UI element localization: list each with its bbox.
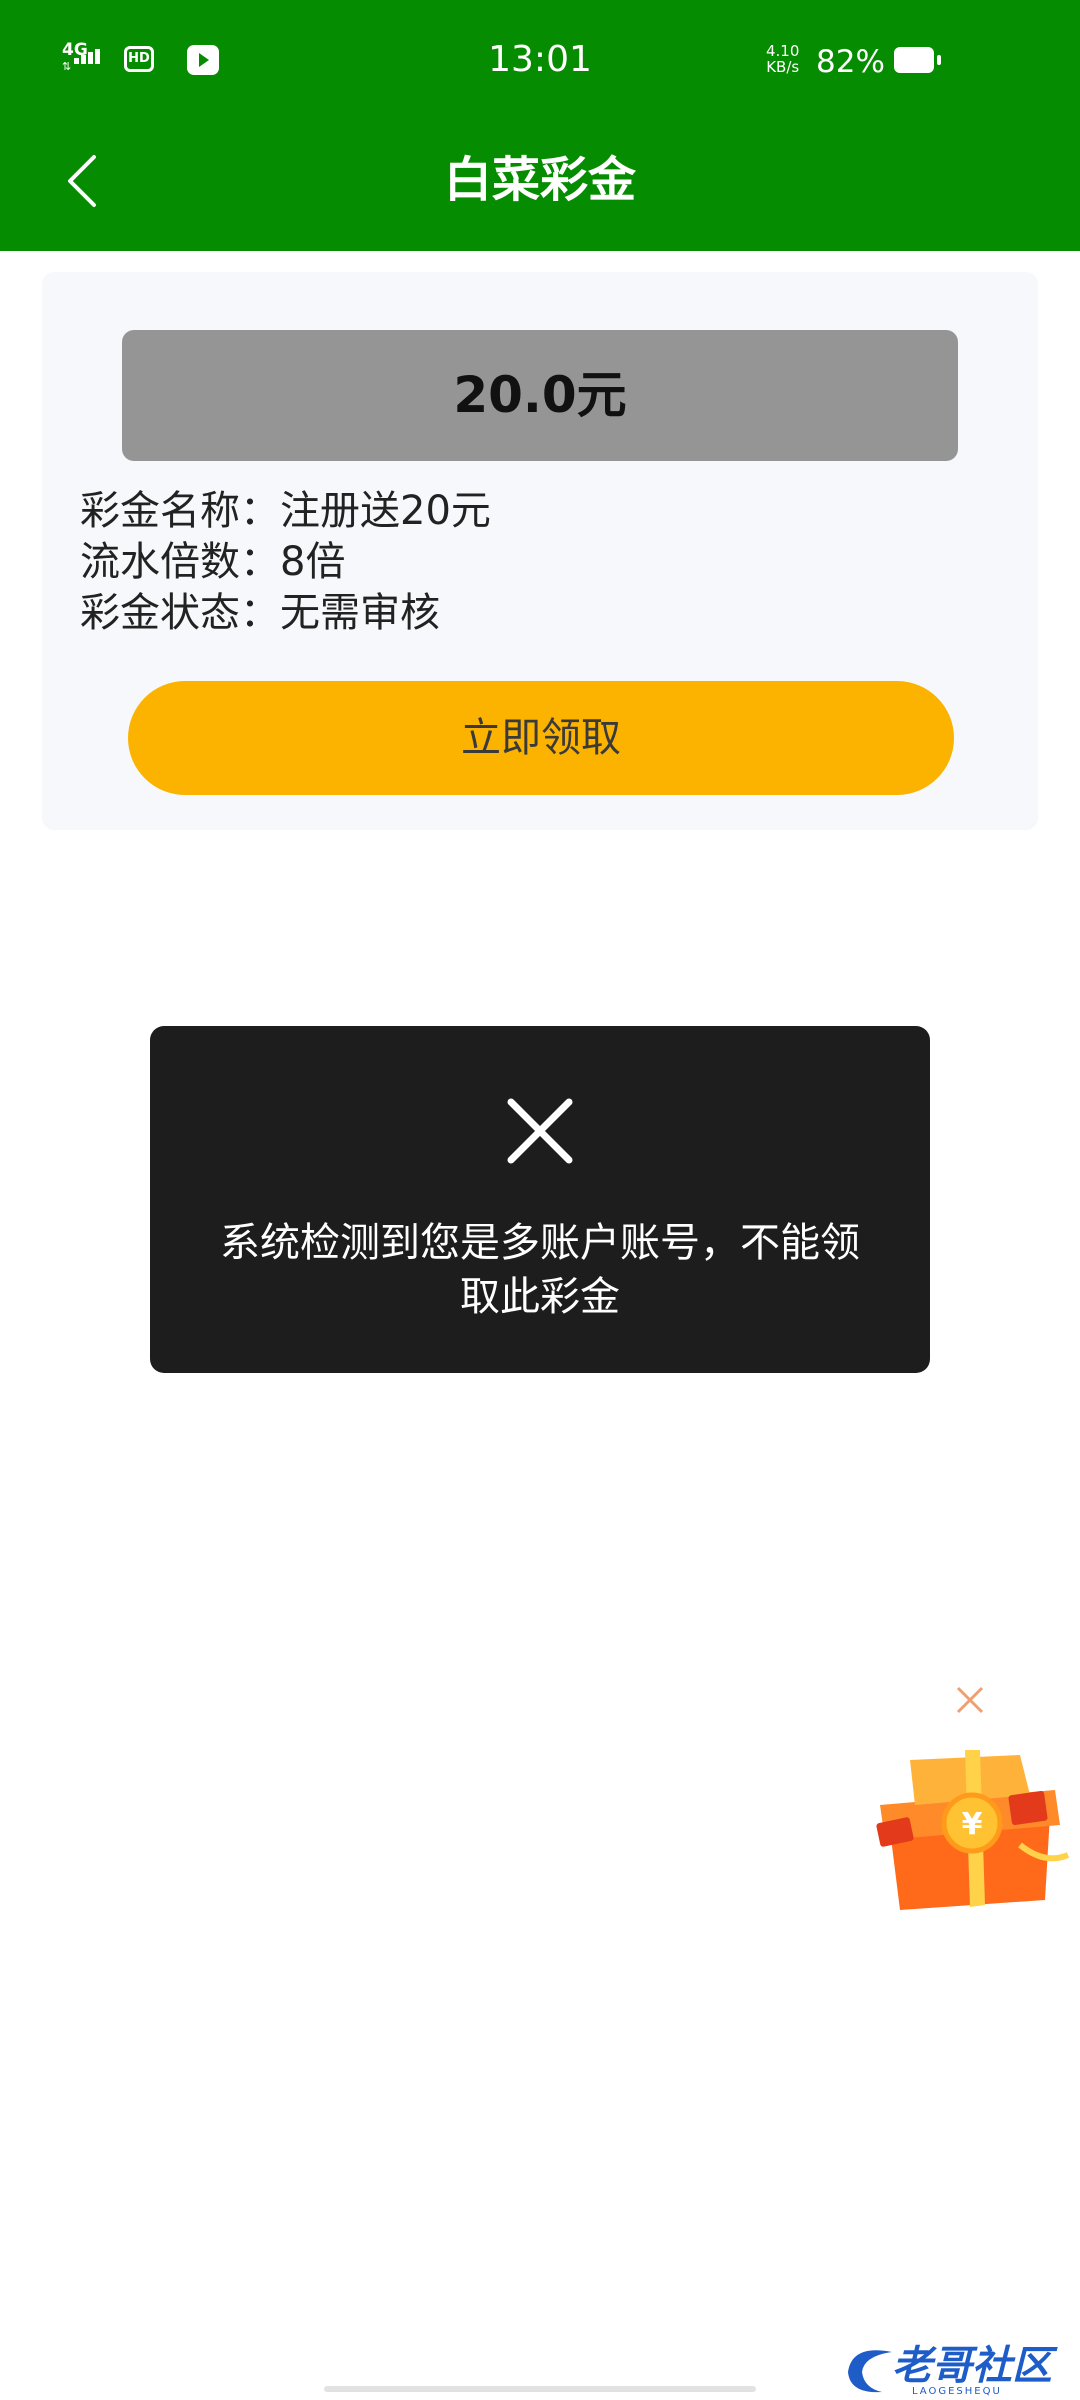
watermark-logo: 老哥社区 LAOGESHEQU: [842, 2340, 1067, 2400]
battery-percent: 82%: [816, 44, 885, 80]
bonus-status-row: 彩金状态：无需审核: [80, 588, 491, 639]
gift-box-icon[interactable]: ¥: [870, 1735, 1070, 1915]
bonus-status-label: 彩金状态：: [80, 590, 280, 636]
claim-button[interactable]: 立即领取: [128, 681, 954, 795]
turnover-label: 流水倍数：: [80, 539, 280, 585]
close-x-icon: [507, 1098, 573, 1164]
svg-text:¥: ¥: [962, 1807, 983, 1842]
error-toast: 系统检测到您是多账户账号，不能领取此彩金: [150, 1026, 930, 1373]
bonus-name-value: 注册送20元: [280, 488, 491, 534]
turnover-value: 8倍: [280, 539, 346, 585]
network-speed: 4.10 KB/s: [766, 43, 799, 75]
watermark-subtext: LAOGESHEQU: [912, 2386, 1002, 2397]
gift-close-icon[interactable]: [954, 1684, 986, 1716]
bonus-name-label: 彩金名称：: [80, 488, 280, 534]
bonus-amount: 20.0元: [122, 330, 958, 461]
status-bar: 4G ⇅ HD 13:01 4.10 KB/s 82%: [0, 0, 1080, 125]
page-title: 白菜彩金: [443, 152, 636, 208]
toast-message: 系统检测到您是多账户账号，不能领取此彩金: [220, 1220, 860, 1320]
battery-icon: [894, 47, 941, 73]
bonus-status-value: 无需审核: [280, 590, 440, 636]
watermark-text: 老哥社区: [892, 2343, 1052, 2389]
bonus-card: 20.0元 彩金名称：注册送20元 流水倍数：8倍 彩金状态：无需审核 立即领取: [42, 272, 1038, 830]
bonus-info: 彩金名称：注册送20元 流水倍数：8倍 彩金状态：无需审核: [80, 486, 491, 639]
home-indicator[interactable]: [324, 2386, 756, 2392]
turnover-row: 流水倍数：8倍: [80, 537, 491, 588]
speed-value: 4.10: [766, 42, 800, 60]
app-header: 4G ⇅ HD 13:01 4.10 KB/s 82% 白菜彩金: [0, 0, 1080, 251]
speed-unit: KB/s: [766, 58, 800, 76]
bonus-name-row: 彩金名称：注册送20元: [80, 486, 491, 537]
